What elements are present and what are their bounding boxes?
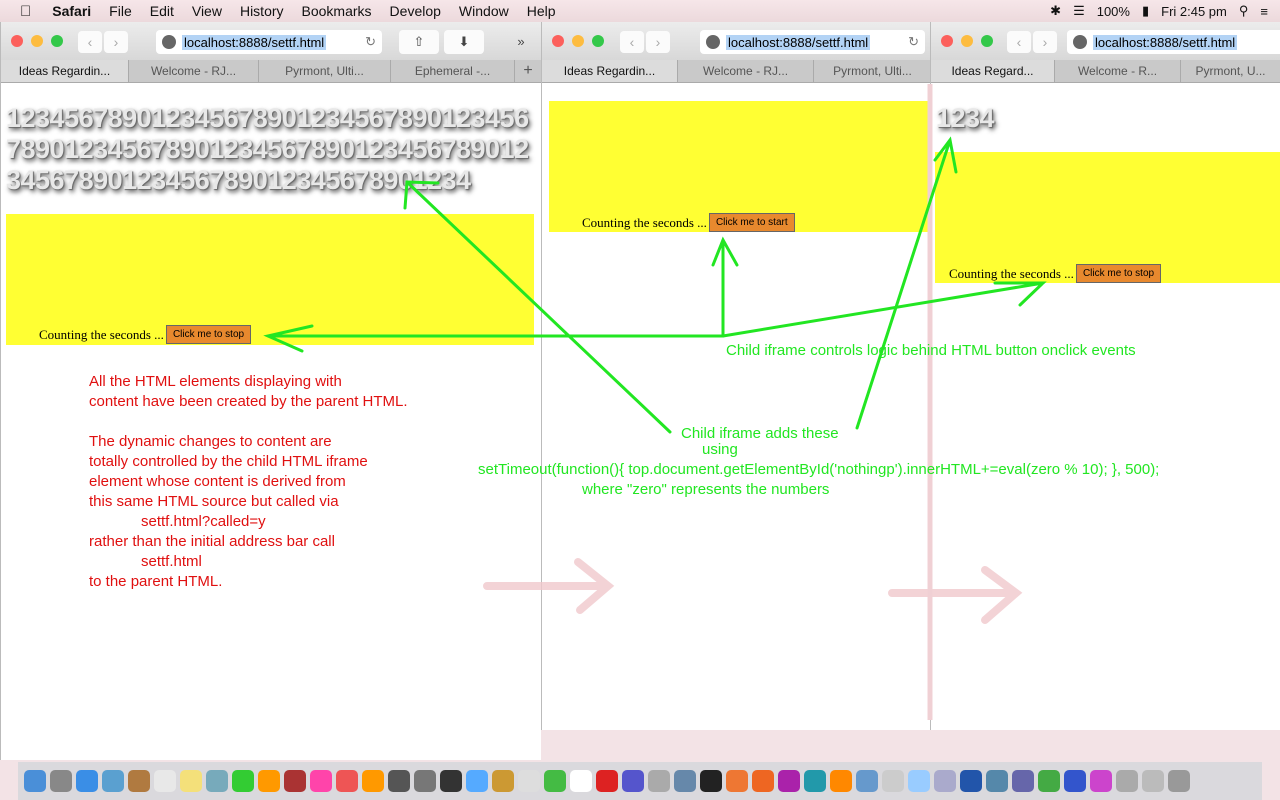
- dock-app-icon[interactable]: [128, 770, 150, 792]
- dock-app-icon[interactable]: [1142, 770, 1164, 792]
- dock-app-icon[interactable]: [1090, 770, 1112, 792]
- dock-app-icon[interactable]: [466, 770, 488, 792]
- faint-arrow: [888, 566, 1023, 624]
- arrow-to-result-digits: [855, 136, 958, 430]
- dock-app-icon[interactable]: [648, 770, 670, 792]
- dock-app-icon[interactable]: [960, 770, 982, 792]
- dock-app-icon[interactable]: [76, 770, 98, 792]
- code-annotation: setTimeout(function(){ top.document.getE…: [478, 461, 1160, 478]
- dock-app-icon[interactable]: [986, 770, 1008, 792]
- dock-app-icon[interactable]: [206, 770, 228, 792]
- faint-arrow: [483, 558, 615, 614]
- dock-app-icon[interactable]: [258, 770, 280, 792]
- dock-app-icon[interactable]: [1012, 770, 1034, 792]
- dock-app-icon[interactable]: [1168, 770, 1190, 792]
- dock-app-icon[interactable]: [622, 770, 644, 792]
- dock-app-icon[interactable]: [700, 770, 722, 792]
- arrow-to-start-button: [711, 236, 739, 338]
- dock-app-icon[interactable]: [570, 770, 592, 792]
- dock-app-icon[interactable]: [284, 770, 306, 792]
- dock-app-icon[interactable]: [1116, 770, 1138, 792]
- dock-app-icon[interactable]: [180, 770, 202, 792]
- dock-app-icon[interactable]: [154, 770, 176, 792]
- dock-app-icon[interactable]: [440, 770, 462, 792]
- arrow-to-parent-digits: [403, 180, 672, 434]
- dock-app-icon[interactable]: [1038, 770, 1060, 792]
- dock-app-icon[interactable]: [310, 770, 332, 792]
- dock-app-icon[interactable]: [908, 770, 930, 792]
- zero-annotation: where "zero" represents the numbers: [582, 481, 830, 498]
- dock-app-icon[interactable]: [232, 770, 254, 792]
- dock-app-icon[interactable]: [856, 770, 878, 792]
- dock-app-icon[interactable]: [518, 770, 540, 792]
- dock-app-icon[interactable]: [726, 770, 748, 792]
- dock-app-icon[interactable]: [492, 770, 514, 792]
- dock-app-icon[interactable]: [778, 770, 800, 792]
- dock-app-icon[interactable]: [804, 770, 826, 792]
- dock-app-icon[interactable]: [388, 770, 410, 792]
- dock-app-icon[interactable]: [24, 770, 46, 792]
- using-annotation: using: [702, 441, 738, 458]
- dock-app-icon[interactable]: [830, 770, 852, 792]
- dock-app-icon[interactable]: [102, 770, 124, 792]
- dock-app-icon[interactable]: [50, 770, 72, 792]
- dock-app-icon[interactable]: [674, 770, 696, 792]
- arrow-to-parent-button: [263, 324, 725, 353]
- dock-app-icon[interactable]: [414, 770, 436, 792]
- dock-app-icon[interactable]: [1064, 770, 1086, 792]
- arrow-to-result-button: [721, 281, 1047, 338]
- dock-app-icon[interactable]: [752, 770, 774, 792]
- dock-app-icon[interactable]: [336, 770, 358, 792]
- annotation-arrows: [263, 84, 1047, 720]
- dock: [18, 762, 1262, 800]
- dock-app-icon[interactable]: [882, 770, 904, 792]
- dock-app-icon[interactable]: [934, 770, 956, 792]
- onclick-annotation: Child iframe controls logic behind HTML …: [726, 342, 1136, 359]
- dock-app-icon[interactable]: [544, 770, 566, 792]
- dock-app-icon[interactable]: [596, 770, 618, 792]
- dock-app-icon[interactable]: [362, 770, 384, 792]
